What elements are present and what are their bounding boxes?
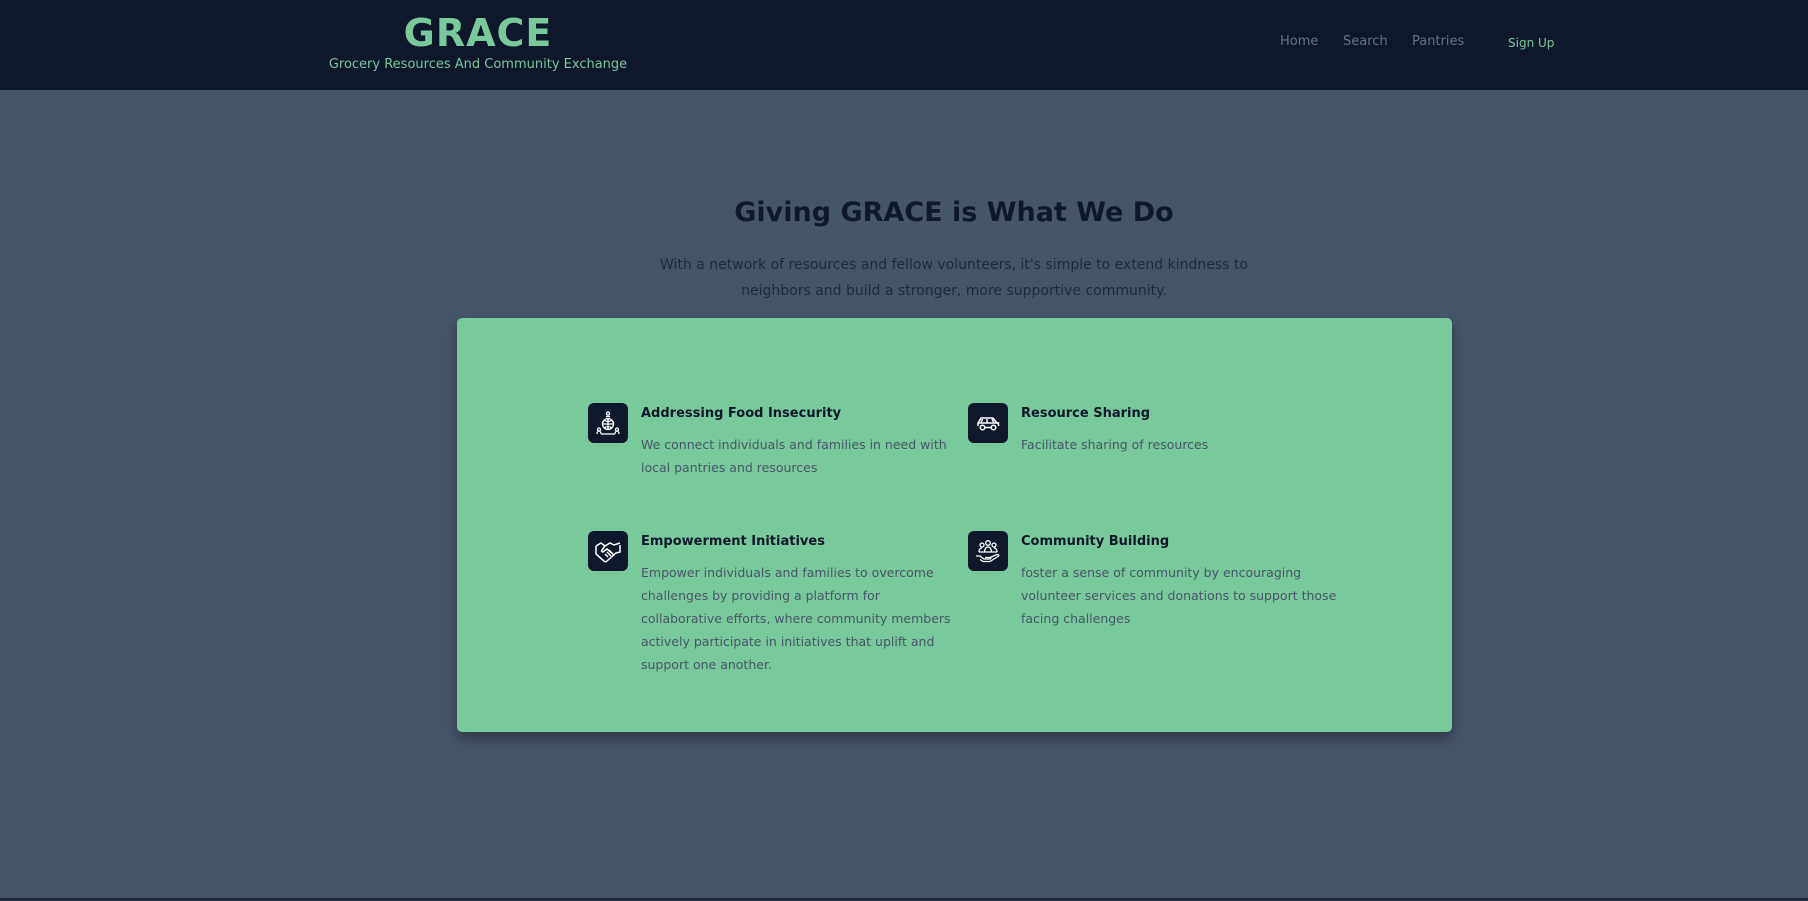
brand-logo[interactable]: GRACE Grocery Resources And Community Ex…	[325, 10, 631, 74]
hero-title: Giving GRACE is What We Do	[0, 197, 1808, 228]
brand-subtitle: Grocery Resources And Community Exchange	[328, 57, 628, 72]
brand-title: GRACE	[403, 11, 553, 55]
feature-description: We connect individuals and families in n…	[641, 437, 947, 475]
globe-people-icon	[588, 403, 628, 443]
feature-title: Resource Sharing	[1021, 406, 1151, 421]
feature-description: foster a sense of community by encouragi…	[1021, 565, 1337, 626]
feature-description: Facilitate sharing of resources	[1021, 437, 1209, 452]
feature-description: Empower individuals and families to over…	[641, 565, 951, 672]
nav-link-search[interactable]: Search	[1343, 34, 1388, 49]
hero-description: With a network of resources and fellow v…	[660, 257, 1248, 299]
features-card: Addressing Food Insecurity We connect in…	[457, 318, 1452, 732]
community-hand-icon	[968, 531, 1008, 571]
nav-link-home[interactable]: Home	[1280, 34, 1318, 49]
car-icon	[968, 403, 1008, 443]
feature-title: Addressing Food Insecurity	[641, 406, 842, 421]
handshake-icon	[588, 531, 628, 571]
feature-title: Community Building	[1021, 534, 1170, 549]
hero-title-text: Giving GRACE is What We Do	[734, 197, 1174, 228]
nav-link-pantries[interactable]: Pantries	[1412, 34, 1464, 49]
feature-title: Empowerment Initiatives	[641, 534, 825, 549]
sign-up-link[interactable]: Sign Up	[1508, 36, 1554, 50]
site-header: GRACE Grocery Resources And Community Ex…	[0, 0, 1808, 90]
